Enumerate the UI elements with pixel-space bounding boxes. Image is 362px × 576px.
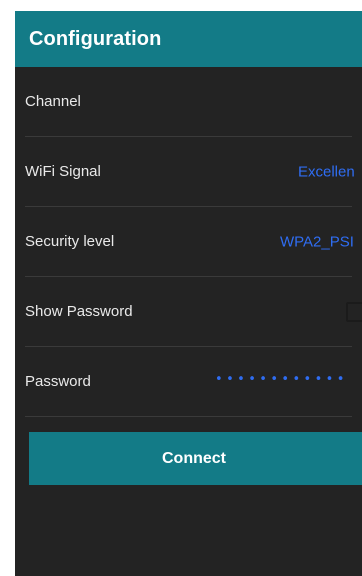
app-window: Configuration Channel WiFi Signal Excell…: [15, 11, 362, 576]
security-level-value[interactable]: WPA2_PSI: [280, 233, 354, 250]
wifi-signal-row: WiFi Signal Excellen: [25, 137, 355, 207]
page-title: Configuration: [29, 27, 162, 50]
show-password-label: Show Password: [25, 303, 133, 320]
settings-list: Channel WiFi Signal Excellen Security le…: [15, 67, 362, 417]
connect-button[interactable]: Connect: [29, 432, 362, 485]
wifi-signal-value: Excellen: [298, 163, 355, 180]
security-level-label: Security level: [25, 233, 115, 250]
wifi-signal-label: WiFi Signal: [25, 163, 101, 180]
security-level-row[interactable]: Security level WPA2_PSI: [25, 207, 354, 277]
password-label: Password: [25, 373, 91, 390]
show-password-row[interactable]: Show Password: [25, 277, 362, 347]
app-bar: Configuration: [15, 11, 362, 67]
channel-row[interactable]: Channel: [25, 67, 352, 137]
show-password-checkbox[interactable]: [346, 301, 362, 322]
connect-button-label: Connect: [162, 449, 226, 467]
password-row: Password: [25, 347, 362, 417]
channel-label: Channel: [25, 93, 81, 110]
password-field[interactable]: [215, 368, 362, 391]
